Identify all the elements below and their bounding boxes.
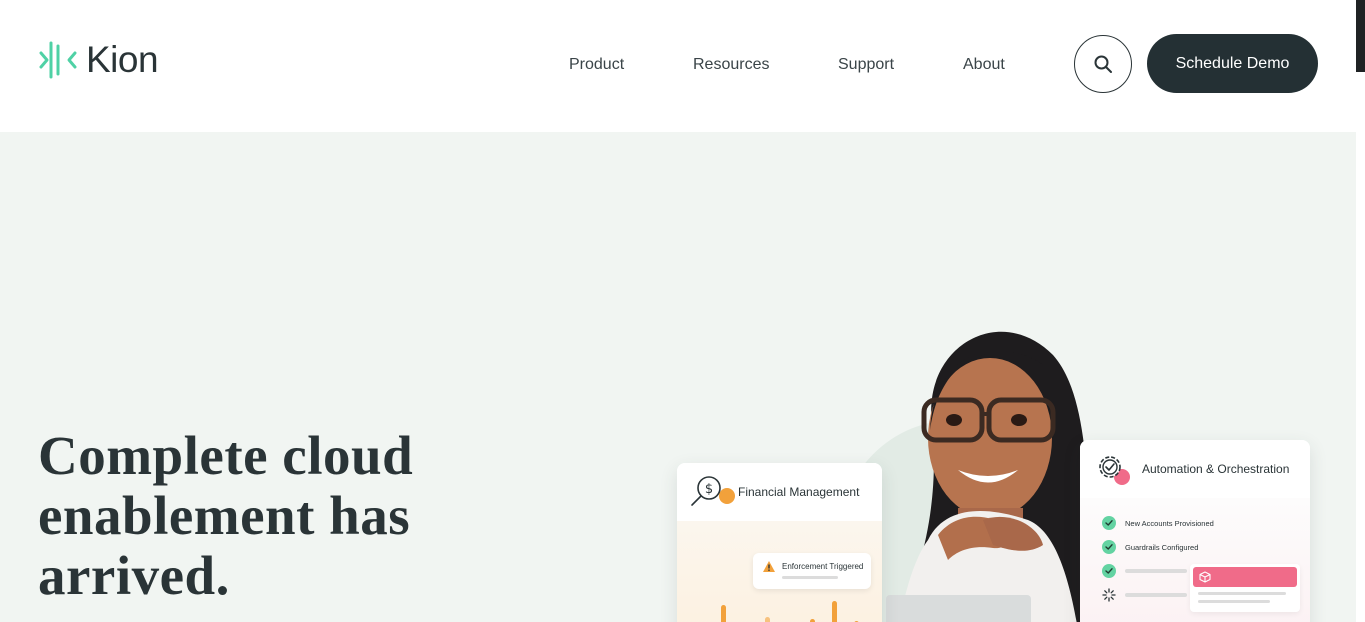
- logo-wordmark: Kion: [86, 39, 159, 80]
- search-button[interactable]: [1074, 35, 1132, 93]
- financial-management-card: $ Financial Management Enforcement Trigg…: [677, 463, 882, 622]
- site-header: Kion Product Resources Support About Sch…: [0, 0, 1365, 132]
- kion-logo-mark-icon: [39, 41, 77, 79]
- hero-section: Complete cloud enablement has arrived. $: [0, 132, 1356, 622]
- card-header: Automation & Orchestration: [1080, 440, 1310, 498]
- enforcement-alert-label: Enforcement Triggered: [782, 562, 864, 571]
- list-item: [1102, 564, 1187, 578]
- automation-orchestration-card: Automation & Orchestration New Accounts …: [1080, 440, 1310, 622]
- resource-bar: [1193, 567, 1297, 587]
- nav-item-resources[interactable]: Resources: [693, 56, 769, 74]
- list-item: Guardrails Configured: [1102, 540, 1198, 554]
- chart-bar: [765, 617, 770, 622]
- dollar-magnifier-icon: $: [691, 476, 735, 506]
- chart-bar: [832, 601, 837, 622]
- check-icon: [1102, 564, 1116, 578]
- card-title: Automation & Orchestration: [1142, 462, 1290, 476]
- hero-person-image: [886, 331, 1093, 622]
- list-item: New Accounts Provisioned: [1102, 516, 1214, 530]
- hero-title: Complete cloud enablement has arrived.: [38, 426, 518, 606]
- financial-card-body: Enforcement Triggered: [677, 521, 882, 622]
- kion-logo[interactable]: Kion: [38, 39, 159, 80]
- placeholder-line: [782, 576, 838, 579]
- nav-item-product[interactable]: Product: [569, 56, 624, 74]
- schedule-demo-button[interactable]: Schedule Demo: [1147, 34, 1318, 93]
- check-icon: [1102, 516, 1116, 530]
- hero-title-line: enablement has: [38, 485, 411, 546]
- scrollbar-track[interactable]: [1356, 0, 1365, 622]
- svg-text:$: $: [705, 482, 713, 497]
- placeholder-line: [1198, 592, 1286, 595]
- search-icon: [1094, 55, 1112, 73]
- list-item-label: New Accounts Provisioned: [1125, 518, 1214, 528]
- check-icon: [1102, 540, 1116, 554]
- placeholder-line: [1198, 600, 1270, 603]
- nav-item-support[interactable]: Support: [838, 56, 894, 74]
- hero-title-line: arrived.: [38, 545, 230, 606]
- resource-popover: [1190, 564, 1300, 612]
- chart-bar: [721, 605, 726, 622]
- list-item-label: Guardrails Configured: [1125, 542, 1199, 552]
- list-item: [1102, 588, 1187, 602]
- loading-spinner-icon: [1102, 588, 1116, 602]
- gear-check-icon: [1099, 456, 1130, 485]
- placeholder-line: [1125, 569, 1187, 573]
- hero-title-line: Complete cloud: [38, 425, 414, 486]
- card-header: $ Financial Management: [677, 463, 882, 521]
- cube-icon: [1199, 571, 1211, 583]
- nav-item-about[interactable]: About: [963, 56, 1005, 74]
- enforcement-alert: Enforcement Triggered: [753, 553, 871, 589]
- scrollbar-thumb[interactable]: [1356, 0, 1365, 72]
- warning-icon: [763, 561, 775, 572]
- card-title: Financial Management: [738, 485, 860, 499]
- placeholder-line: [1125, 593, 1187, 597]
